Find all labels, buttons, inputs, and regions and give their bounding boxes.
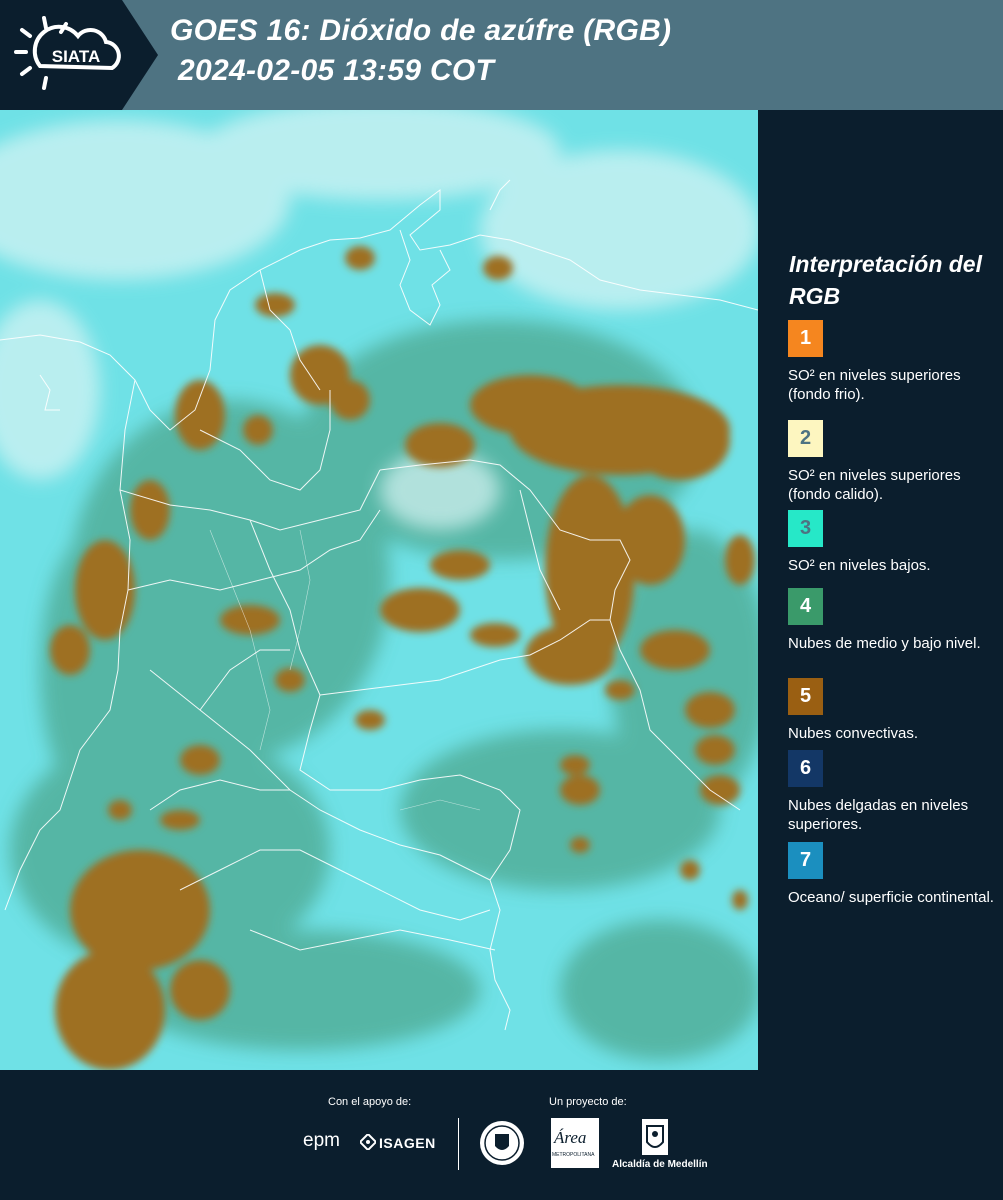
medellin-seal-icon	[478, 1118, 526, 1173]
legend-label: SO² en niveles bajos.	[788, 557, 931, 574]
support-caption: Con el apoyo de:	[328, 1096, 412, 1108]
legend-label: Nubes convectivas.	[788, 725, 919, 742]
legend-panel: Interpretación del RGB 1 SO² en niveles s…	[760, 110, 1003, 1070]
legend-item: 3 SO² en niveles bajos.	[788, 510, 998, 575]
legend-item: 4 Nubes de medio y bajo nivel.	[788, 588, 998, 653]
alcaldia-shield-icon	[641, 1118, 669, 1161]
legend-label: Nubes de medio y bajo nivel.	[788, 635, 981, 652]
legend-label: Nubes delgadas en niveles superiores.	[788, 797, 969, 833]
legend-item: 6 Nubes delgadas en niveles superiores.	[788, 750, 998, 834]
legend-title: Interpretación del RGB	[789, 251, 982, 309]
legend-swatch: 5	[788, 678, 823, 715]
area-logo-subtext: METROPOLITANA	[552, 1152, 595, 1158]
legend-item: 5 Nubes convectivas.	[788, 678, 998, 743]
legend-swatch: 2	[788, 420, 823, 457]
footer: Con el apoyo de: Un proyecto de: epm ISA…	[0, 1070, 1003, 1200]
legend-label: SO² en niveles superiores (fondo frio).	[788, 367, 961, 403]
footer-divider	[458, 1118, 459, 1170]
page-title: GOES 16: Dióxido de azúfre (RGB)	[170, 14, 672, 47]
timestamp: 2024-02-05 13:59 COT	[178, 54, 495, 87]
epm-logo: epm	[303, 1130, 340, 1151]
header-bar: SIATA GOES 16: Dióxido de azúfre (RGB) 2…	[0, 0, 1003, 110]
area-logo-text: Área	[554, 1128, 587, 1147]
project-caption: Un proyecto de:	[549, 1096, 627, 1108]
legend-swatch: 7	[788, 842, 823, 879]
legend-swatch: 1	[788, 320, 823, 357]
area-metropolitana-logo: Área METROPOLITANA	[551, 1118, 599, 1168]
legend-item: 2 SO² en niveles superiores (fondo calido…	[788, 420, 998, 504]
legend-swatch: 3	[788, 510, 823, 547]
alcaldia-medellin-logo: Alcaldía de Medellín	[612, 1159, 708, 1170]
satellite-map	[0, 110, 758, 1070]
legend-item: 7 Oceano/ superficie continental.	[788, 842, 998, 907]
legend-swatch: 6	[788, 750, 823, 787]
isagen-icon	[358, 1132, 378, 1155]
siata-logo: SIATA	[0, 0, 160, 110]
legend-item: 1 SO² en niveles superiores (fondo frio).	[788, 320, 998, 404]
isagen-logo: ISAGEN	[379, 1135, 436, 1151]
siata-logo-text: SIATA	[52, 47, 100, 66]
legend-swatch: 4	[788, 588, 823, 625]
legend-label: Oceano/ superficie continental.	[788, 889, 994, 906]
legend-label: SO² en niveles superiores (fondo calido)…	[788, 467, 961, 503]
